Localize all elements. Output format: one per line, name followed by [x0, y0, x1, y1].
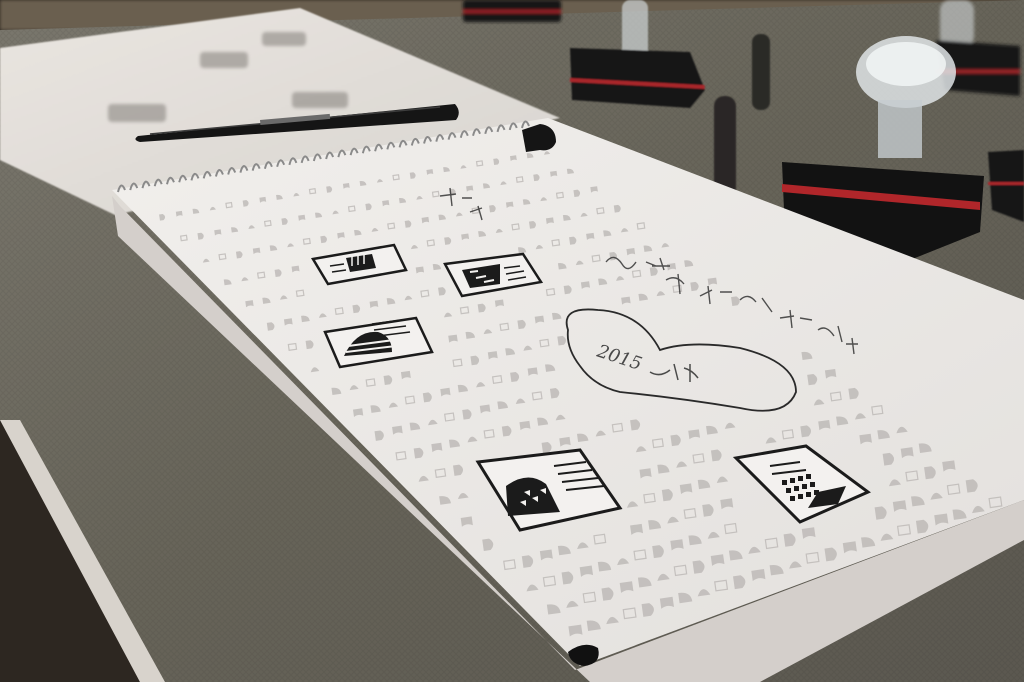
stamp-far-left [463, 0, 561, 22]
photo-scene: 2015 [0, 0, 1024, 682]
